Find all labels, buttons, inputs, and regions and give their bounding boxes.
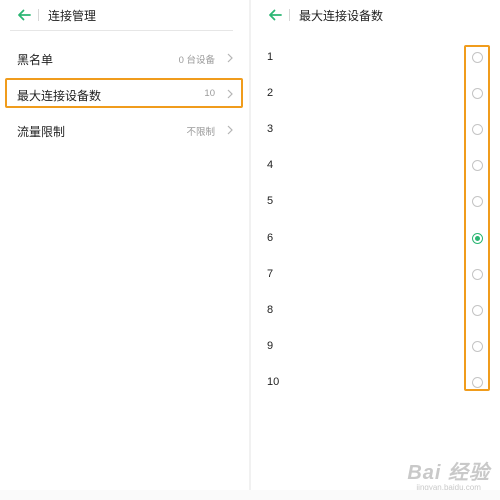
option-row[interactable]: 8 [251, 294, 500, 328]
header-divider [289, 9, 290, 21]
option-label: 5 [267, 195, 274, 207]
back-arrow-icon[interactable] [16, 7, 32, 23]
option-row[interactable]: 4 [251, 149, 500, 183]
option-row[interactable]: 2 [251, 77, 500, 111]
option-row[interactable]: 9 [251, 330, 500, 364]
row-label: 流量限制 [17, 125, 66, 139]
option-label: 6 [267, 232, 274, 244]
max-devices-panel: 最大连接设备数 1 2 3 4 5 6 7 8 9 10 Bai 经验 jing… [251, 0, 500, 500]
option-row[interactable]: 3 [251, 113, 500, 147]
watermark-logo: Bai 经验 [407, 462, 490, 484]
option-row[interactable]: 6 [251, 222, 500, 256]
row-label: 黑名单 [17, 53, 54, 67]
chevron-right-icon [226, 125, 234, 135]
highlight-box [5, 78, 243, 108]
page-title: 最大连接设备数 [299, 9, 384, 23]
option-label: 1 [267, 51, 274, 63]
settings-row-traffic-limit[interactable]: 流量限制 不限制 [0, 112, 249, 148]
option-label: 4 [267, 159, 274, 171]
option-label: 7 [267, 268, 274, 280]
option-label: 10 [267, 376, 280, 388]
chevron-right-icon [226, 53, 234, 63]
option-row[interactable]: 5 [251, 185, 500, 219]
option-label: 9 [267, 340, 274, 352]
back-arrow-icon[interactable] [267, 7, 283, 23]
option-label: 2 [267, 87, 274, 99]
row-value: 不限制 [186, 127, 215, 138]
connection-management-panel: 连接管理 黑名单 0 台设备 最大连接设备数 10 流量限制 不限制 [0, 0, 249, 500]
header-underline [10, 30, 233, 31]
header: 最大连接设备数 [251, 0, 500, 30]
option-label: 3 [267, 123, 274, 135]
header: 连接管理 [0, 0, 249, 30]
header-divider [38, 9, 39, 21]
option-row[interactable]: 10 [251, 366, 500, 400]
row-value: 0 台设备 [178, 55, 215, 66]
watermark: Bai 经验 jingyan.baidu.com [407, 456, 490, 492]
settings-row-blacklist[interactable]: 黑名单 0 台设备 [0, 40, 249, 76]
option-row[interactable]: 7 [251, 258, 500, 292]
option-row[interactable]: 1 [251, 41, 500, 75]
page-title: 连接管理 [48, 9, 97, 23]
system-nav-bar [0, 490, 500, 500]
option-label: 8 [267, 304, 274, 316]
highlight-box [464, 45, 490, 391]
